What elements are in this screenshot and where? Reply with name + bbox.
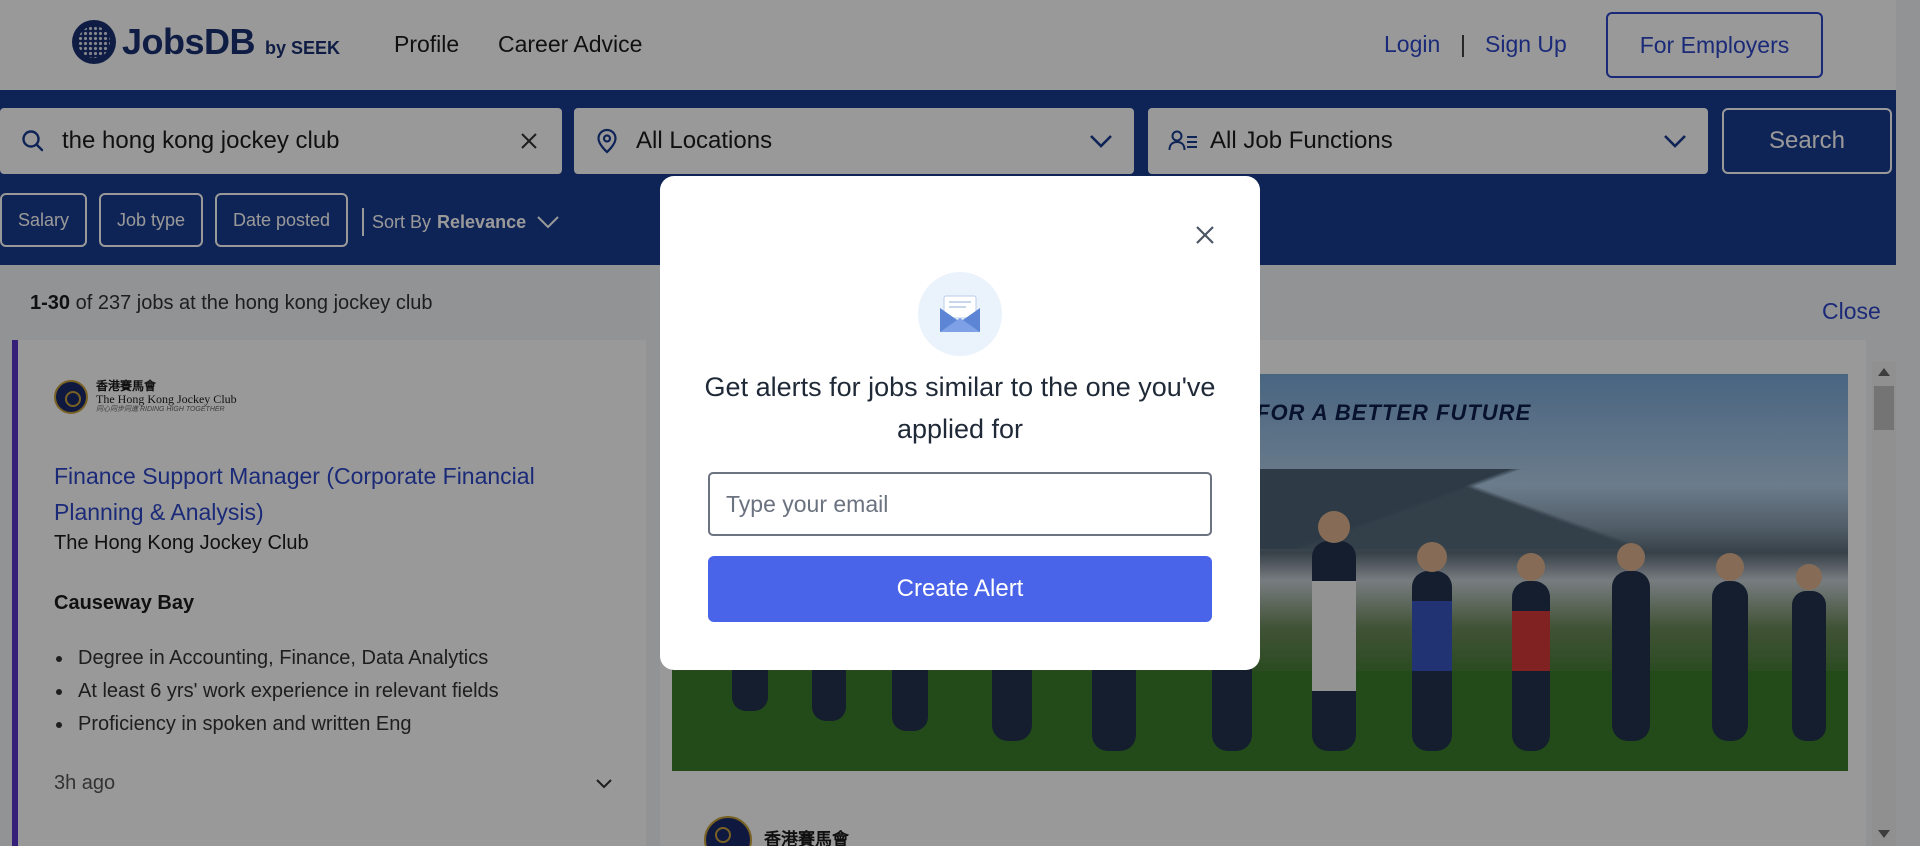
modal-heading: Get alerts for jobs similar to the one y… [704, 372, 1216, 444]
mail-icon-badge [918, 272, 1002, 356]
mail-icon [940, 295, 980, 332]
create-alert-button[interactable]: Create Alert [708, 556, 1212, 622]
close-icon[interactable] [1190, 220, 1220, 250]
job-alert-modal: Get alerts for jobs similar to the one y… [660, 176, 1260, 670]
email-input[interactable] [708, 472, 1212, 536]
